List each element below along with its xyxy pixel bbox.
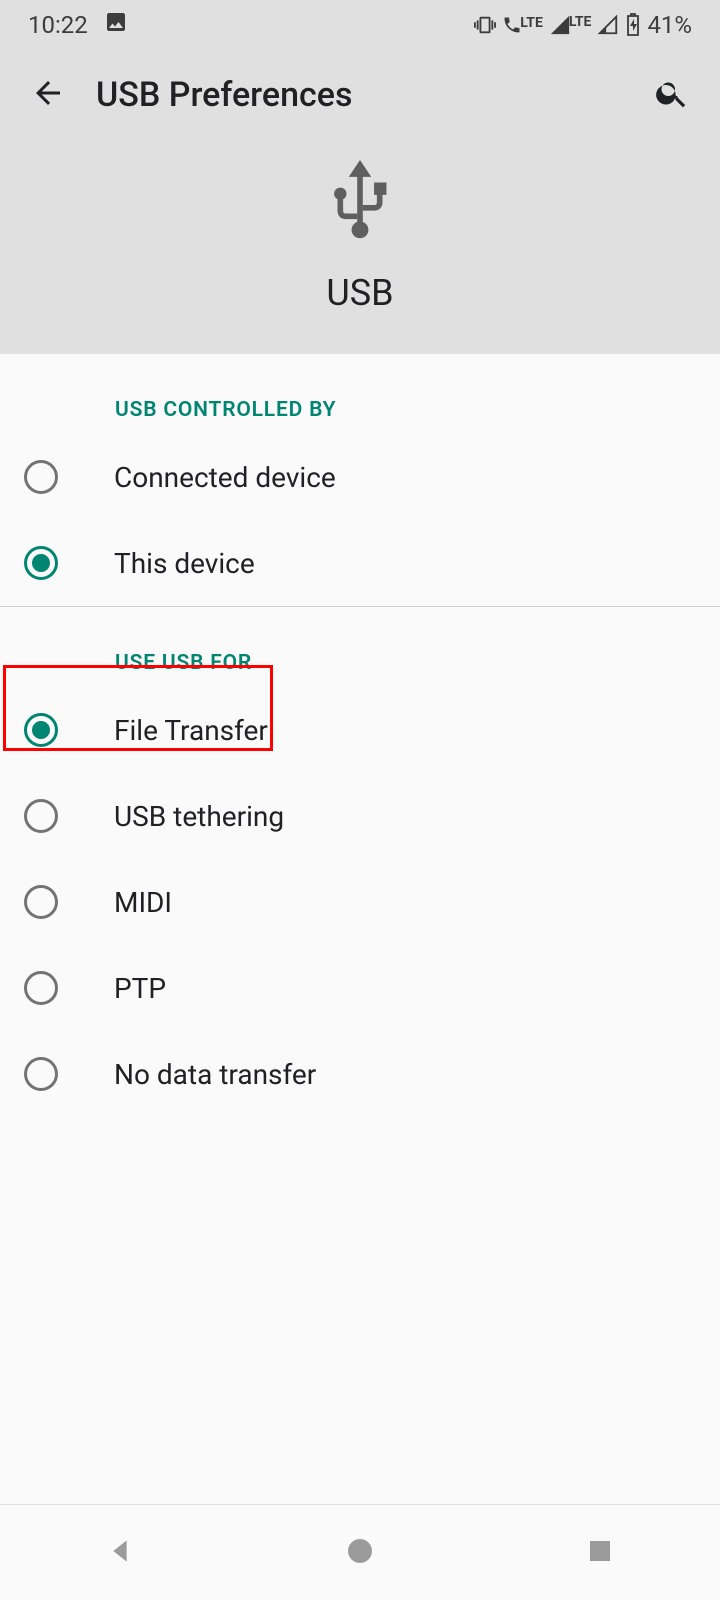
radio-icon: [24, 799, 58, 833]
signal-2-icon: [597, 14, 619, 36]
option-connected-device[interactable]: Connected device: [0, 434, 720, 520]
option-label: PTP: [114, 972, 166, 1005]
option-label: No data transfer: [114, 1058, 316, 1091]
usb-icon: [325, 160, 395, 254]
picture-icon: [104, 10, 128, 40]
header: USB Preferences USB: [0, 50, 720, 354]
option-usb-tethering[interactable]: USB tethering: [0, 773, 720, 859]
section-header-use-for: USE USB FOR: [0, 607, 720, 687]
vibrate-icon: [474, 14, 496, 36]
option-ptp[interactable]: PTP: [0, 945, 720, 1031]
circle-home-icon: [344, 1535, 376, 1571]
triangle-back-icon: [104, 1535, 136, 1571]
navigation-bar: [0, 1504, 720, 1600]
section-header-controlled-by: USB CONTROLLED BY: [0, 354, 720, 434]
option-midi[interactable]: MIDI: [0, 859, 720, 945]
radio-icon: [24, 971, 58, 1005]
search-button[interactable]: [648, 71, 696, 119]
option-label: MIDI: [114, 886, 172, 919]
search-icon: [654, 75, 690, 115]
nav-recents-button[interactable]: [576, 1529, 624, 1577]
radio-icon: [24, 713, 58, 747]
option-this-device[interactable]: This device: [0, 520, 720, 606]
status-bar: 10:22 LTE LTE 41%: [0, 0, 720, 50]
option-label: File Transfer: [114, 714, 268, 747]
radio-icon: [24, 885, 58, 919]
option-label: Connected device: [114, 461, 336, 494]
back-button[interactable]: [24, 71, 72, 119]
option-label: USB tethering: [114, 800, 284, 833]
page-title: USB Preferences: [96, 75, 648, 115]
signal-1-icon: LTE: [549, 14, 592, 36]
radio-icon: [24, 460, 58, 494]
radio-icon: [24, 1057, 58, 1091]
option-no-data-transfer[interactable]: No data transfer: [0, 1031, 720, 1117]
arrow-back-icon: [30, 75, 66, 115]
battery-pct: 41%: [647, 11, 692, 39]
content: USB CONTROLLED BY Connected device This …: [0, 354, 720, 1117]
square-recents-icon: [585, 1536, 615, 1570]
radio-icon: [24, 546, 58, 580]
option-file-transfer[interactable]: File Transfer: [0, 687, 720, 773]
status-time: 10:22: [28, 11, 88, 39]
battery-charging-icon: [625, 13, 641, 37]
hero-label: USB: [326, 272, 393, 314]
nav-back-button[interactable]: [96, 1529, 144, 1577]
nav-home-button[interactable]: [336, 1529, 384, 1577]
option-label: This device: [114, 547, 255, 580]
volte-call-icon: LTE: [502, 15, 543, 35]
